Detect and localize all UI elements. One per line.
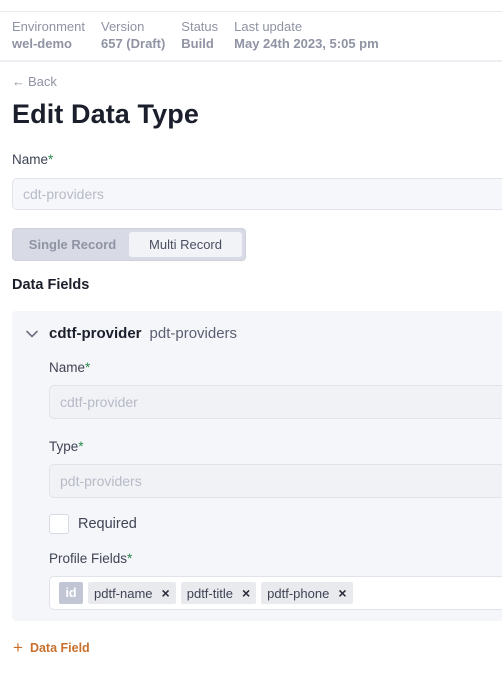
required-marker: *: [127, 551, 133, 566]
profile-fields-label: Profile Fields*: [49, 551, 132, 566]
page-title: Edit Data Type: [12, 99, 199, 129]
name-field-label: Name*: [12, 152, 53, 167]
meta-last-update: Last update May 24th 2023, 5:05 pm: [234, 19, 379, 53]
meta-environment-label: Environment: [12, 19, 85, 34]
meta-environment: Environment wel-demo: [12, 19, 85, 53]
required-marker: *: [78, 439, 84, 454]
meta-version-value: 657 (Draft): [100, 36, 166, 51]
header-divider: [0, 60, 502, 62]
field-name-input[interactable]: cdtf-provider: [49, 385, 502, 419]
close-icon[interactable]: ×: [242, 586, 250, 600]
release-meta-bar: Environment wel-demo Version 657 (Draft)…: [12, 19, 395, 53]
back-link[interactable]: ← Back: [12, 74, 57, 89]
required-marker: *: [48, 152, 54, 167]
name-input-placeholder: cdt-providers: [23, 186, 104, 202]
meta-status: Status Build: [181, 19, 218, 53]
meta-last-update-value: May 24th 2023, 5:05 pm: [234, 36, 379, 51]
meta-environment-value: wel-demo: [12, 36, 72, 51]
required-marker: *: [85, 360, 91, 375]
close-icon[interactable]: ×: [162, 586, 170, 600]
required-row: Required: [49, 514, 137, 534]
single-record-option[interactable]: Single Record: [16, 232, 129, 257]
data-field-header: cdtf-provider pdt-providers: [24, 325, 237, 342]
chevron-down-icon[interactable]: [24, 326, 40, 342]
required-label: Required: [78, 516, 137, 532]
arrow-left-icon: ←: [12, 74, 25, 89]
data-field-id: cdtf-provider: [49, 325, 142, 342]
meta-status-label: Status: [181, 19, 219, 34]
field-type-input-placeholder: pdt-providers: [60, 473, 142, 489]
add-data-field-button[interactable]: + Data Field: [13, 639, 90, 656]
plus-icon: +: [13, 638, 23, 657]
field-name-label: Name*: [49, 360, 90, 375]
profile-field-tag: pdtf-name ×: [88, 582, 176, 604]
record-mode-toggle: Single Record Multi Record: [12, 228, 246, 261]
required-checkbox[interactable]: [49, 514, 69, 534]
back-link-label: Back: [28, 74, 57, 89]
profile-field-tag-label: pdtf-phone: [267, 585, 330, 601]
profile-field-tag: pdtf-phone ×: [261, 582, 353, 604]
field-type-label: Type*: [49, 439, 84, 454]
multi-record-option[interactable]: Multi Record: [129, 232, 242, 257]
field-name-label-text: Name: [49, 360, 86, 375]
add-data-field-label: Data Field: [29, 640, 90, 655]
top-border: [0, 11, 502, 12]
profile-fields-input[interactable]: id pdtf-name × pdtf-title × pdtf-phone ×: [49, 576, 502, 610]
data-field-type-name: pdt-providers: [149, 325, 238, 342]
profile-fields-label-text: Profile Fields: [49, 551, 128, 566]
fixed-tag-id: id: [59, 582, 83, 604]
profile-field-tag: pdtf-title ×: [180, 582, 257, 604]
meta-status-value: Build: [181, 36, 214, 51]
meta-version: Version 657 (Draft): [101, 19, 165, 53]
field-name-input-placeholder: cdtf-provider: [60, 394, 138, 410]
data-fields-heading: Data Fields: [12, 277, 90, 293]
name-field-label-text: Name: [12, 152, 49, 167]
meta-version-label: Version: [100, 19, 145, 34]
close-icon[interactable]: ×: [338, 586, 346, 600]
profile-field-tag-label: pdtf-name: [94, 585, 153, 601]
meta-last-update-label: Last update: [234, 19, 303, 34]
profile-field-tag-label: pdtf-title: [186, 585, 233, 601]
field-type-input[interactable]: pdt-providers: [49, 464, 502, 498]
field-type-label-text: Type: [49, 439, 79, 454]
name-input[interactable]: cdt-providers: [12, 178, 502, 210]
